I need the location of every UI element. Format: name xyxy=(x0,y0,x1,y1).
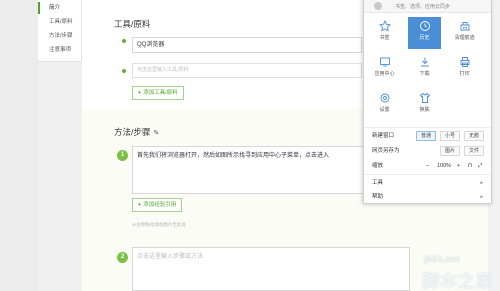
side-nav: 简介 工具/原料 方法/步骤 注意事项 xyxy=(38,0,82,62)
nav-item-notes[interactable]: 注意事项 xyxy=(38,44,81,56)
menu-tools[interactable]: 工具 xyxy=(372,177,383,189)
menu-help[interactable]: 帮助 xyxy=(372,191,383,203)
menu-divider xyxy=(364,127,491,128)
menu-item-bookmarks[interactable]: 书签 xyxy=(368,17,401,49)
lock-icon[interactable]: ⊓ xyxy=(468,160,472,172)
clean-icon xyxy=(460,22,469,31)
app-center-icon xyxy=(379,57,390,67)
menu-item-clean[interactable]: 清理痕迹 xyxy=(448,17,481,49)
nav-item-intro[interactable]: 简介 xyxy=(38,2,81,14)
bullet-dot xyxy=(122,39,126,43)
menu-item-label: 换肤 xyxy=(419,107,430,113)
pencil-icon[interactable]: ✎ xyxy=(153,130,159,137)
download-icon xyxy=(420,57,429,67)
fullscreen-icon[interactable]: ⤢ xyxy=(478,160,482,172)
menu-item-print[interactable]: 打印 xyxy=(448,53,481,85)
watermark-url: jb51.net xyxy=(424,254,460,264)
new-window-small[interactable]: 小号 xyxy=(440,131,460,141)
menu-item-settings[interactable]: 设置 xyxy=(368,89,401,121)
add-tool-button[interactable]: 添加工具/原料 xyxy=(132,86,184,100)
add-reference-label: 添加经验引用 xyxy=(143,202,177,208)
new-window-incognito[interactable]: 无痕 xyxy=(464,131,484,141)
chevron-right-icon: ▸ xyxy=(480,194,483,200)
zoom-value: 100% xyxy=(437,163,452,169)
menu-item-download[interactable]: 下载 xyxy=(408,53,441,85)
menu-item-app-center[interactable]: 应用中心 xyxy=(368,53,401,85)
gear-icon xyxy=(380,93,389,103)
steps-section-title: 方法/步骤 ✎ xyxy=(114,126,159,138)
step-number-2: 2 xyxy=(117,252,128,263)
menu-item-history[interactable]: 历史 xyxy=(408,17,441,49)
menu-item-label: 应用中心 xyxy=(374,71,395,77)
sync-text: 书签、选项、应用云同步 xyxy=(395,4,451,10)
menu-item-label: 书签 xyxy=(379,35,390,41)
shirt-icon xyxy=(419,92,430,103)
browser-menu: 书签、选项、应用云同步 书签 历史 清理痕迹 应用中心 下载 打印 设置 换肤 … xyxy=(363,0,492,204)
star-icon xyxy=(378,20,391,32)
menu-item-label: 下载 xyxy=(419,71,430,77)
save-as-image[interactable]: 图片 xyxy=(440,146,460,156)
add-tool-label: 添加工具/原料 xyxy=(143,90,178,96)
nav-item-steps[interactable]: 方法/步骤 xyxy=(38,30,81,42)
menu-sync-bar[interactable]: 书签、选项、应用云同步 xyxy=(364,0,491,13)
menu-item-label: 打印 xyxy=(459,71,470,77)
bullet-dot xyxy=(122,69,126,73)
menu-item-skin[interactable]: 换肤 xyxy=(408,89,441,121)
step-2-input[interactable]: 点击这里输入步骤或方法 xyxy=(132,247,410,291)
zoom-out-button[interactable]: − xyxy=(426,160,429,172)
tool-input-2[interactable]: 点击这里输入工具/原料 xyxy=(132,63,362,78)
menu-item-label: 清理痕迹 xyxy=(454,35,475,41)
new-window-normal[interactable]: 普通 xyxy=(416,131,436,141)
watermark-brand: 脚本之家 xyxy=(422,272,494,291)
save-as-label: 网页另存为 xyxy=(372,148,400,154)
zoom-in-button[interactable]: + xyxy=(457,160,460,172)
left-strip xyxy=(0,0,38,291)
drag-image-note: 从右侧拖动添加图片至此处 xyxy=(132,222,186,227)
zoom-label: 缩放 xyxy=(372,163,384,169)
site-watermark: jb51.net 脚本之家 xyxy=(420,251,500,291)
menu-item-label: 设置 xyxy=(379,107,390,113)
step-number-1: 1 xyxy=(117,150,128,161)
new-window-label: 新建窗口 xyxy=(372,133,395,139)
printer-icon xyxy=(460,57,469,67)
steps-title-text: 方法/步骤 xyxy=(114,127,151,137)
nav-item-tools[interactable]: 工具/原料 xyxy=(38,16,81,28)
chevron-right-icon: ▸ xyxy=(480,180,483,186)
account-avatar-icon[interactable] xyxy=(374,2,382,10)
add-reference-button[interactable]: 添加经验引用 xyxy=(132,198,183,212)
clock-icon xyxy=(419,21,430,31)
tools-section-title: 工具/原料 xyxy=(114,19,151,29)
menu-item-label: 历史 xyxy=(419,35,430,41)
menu-divider xyxy=(364,174,491,175)
save-as-file[interactable]: 文件 xyxy=(464,146,484,156)
tool-input-1[interactable]: QQ浏览器 xyxy=(132,37,362,53)
